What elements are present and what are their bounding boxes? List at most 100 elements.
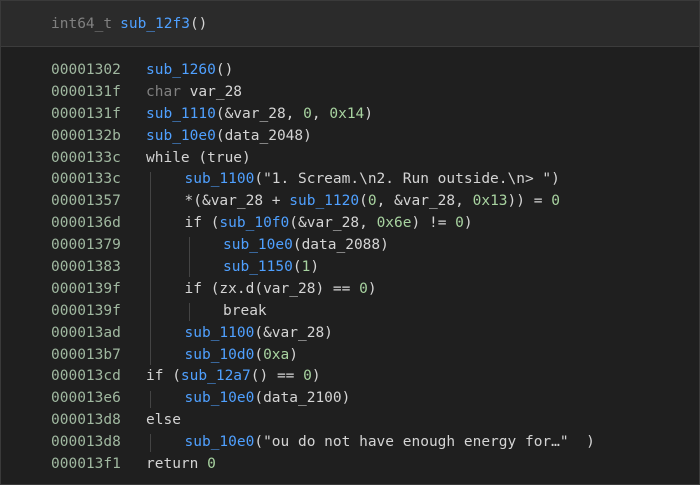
line-code[interactable]: sub_1110(&var_28, 0, 0x14) bbox=[146, 104, 373, 126]
line-code[interactable]: if (sub_10f0(&var_28, 0x6e) != 0) bbox=[185, 213, 473, 235]
line-code[interactable]: break bbox=[223, 301, 267, 323]
code-line[interactable]: 0000136d if (sub_10f0(&var_28, 0x6e) != 0… bbox=[1, 213, 699, 235]
line-address[interactable]: 0000139f bbox=[51, 279, 121, 301]
code-line[interactable]: 000013d8 else bbox=[1, 410, 699, 432]
line-address[interactable]: 000013e6 bbox=[51, 388, 121, 410]
code-token: while (true) bbox=[146, 149, 251, 166]
code-token: 1 bbox=[301, 259, 311, 276]
line-address[interactable]: 000013f1 bbox=[51, 454, 121, 476]
code-line[interactable]: 0000131f sub_1110(&var_28, 0, 0x14) bbox=[1, 104, 699, 126]
line-code[interactable]: else bbox=[146, 410, 181, 432]
line-address[interactable]: 00001379 bbox=[51, 235, 121, 257]
code-token[interactable]: sub_10e0 bbox=[185, 434, 255, 450]
code-line[interactable]: 000013d8 sub_10e0("ou do not have enough … bbox=[1, 432, 699, 454]
line-code[interactable]: while (true) bbox=[146, 148, 251, 170]
indent-guide bbox=[150, 434, 151, 453]
line-address[interactable]: 000013d8 bbox=[51, 410, 121, 432]
code-line[interactable]: 00001383 sub_1150(1) bbox=[1, 257, 699, 279]
line-code[interactable]: sub_10e0("ou do not have enough energy f… bbox=[185, 432, 595, 454]
code-line[interactable]: 000013ad sub_1100(&var_28) bbox=[1, 323, 699, 345]
code-token: ( bbox=[254, 346, 264, 363]
code-token: () == bbox=[250, 368, 304, 385]
code-token[interactable]: sub_10f0 bbox=[219, 215, 289, 231]
line-code[interactable]: sub_1150(1) bbox=[223, 257, 319, 279]
code-token: else bbox=[146, 412, 181, 429]
code-token: 0 bbox=[207, 456, 216, 473]
line-address[interactable]: 00001302 bbox=[51, 60, 121, 82]
code-line[interactable]: 00001357 *(&var_28 + sub_1120(0, &var_28,… bbox=[1, 191, 699, 213]
code-line[interactable]: 0000133c while (true) bbox=[1, 148, 699, 170]
code-token[interactable]: sub_1150 bbox=[223, 259, 293, 275]
code-line[interactable]: 00001302 sub_1260() bbox=[1, 60, 699, 82]
function-name[interactable]: sub_12f3 bbox=[120, 16, 190, 32]
code-token: (&var_28, bbox=[215, 105, 304, 122]
line-code[interactable]: if (zx.d(var_28) == 0) bbox=[185, 279, 377, 301]
code-token[interactable]: sub_10d0 bbox=[185, 347, 255, 363]
code-token: ("1. Scream.\n2. Run outside.\n> ") bbox=[254, 171, 560, 188]
code-line[interactable]: 00001379 sub_10e0(data_2088) bbox=[1, 235, 699, 257]
function-parens: () bbox=[189, 15, 208, 32]
code-token[interactable]: sub_1110 bbox=[146, 106, 216, 122]
code-token: 0 bbox=[303, 105, 312, 122]
code-token[interactable]: sub_10e0 bbox=[185, 390, 255, 406]
code-line[interactable]: 0000139f break bbox=[1, 301, 699, 323]
code-token: ) bbox=[289, 346, 299, 363]
line-address[interactable]: 000013d8 bbox=[51, 432, 121, 454]
code-token: (data_2048) bbox=[215, 127, 312, 144]
line-code[interactable]: char var_28 bbox=[146, 82, 242, 104]
code-line[interactable]: 0000139f if (zx.d(var_28) == 0) bbox=[1, 279, 699, 301]
line-code[interactable]: sub_1100(&var_28) bbox=[185, 323, 333, 345]
line-code[interactable]: sub_10e0(data_2100) bbox=[185, 388, 351, 410]
code-token: 0x6e bbox=[376, 215, 412, 232]
code-line[interactable]: 000013e6 sub_10e0(data_2100) bbox=[1, 388, 699, 410]
code-token: )) = bbox=[507, 193, 552, 210]
line-address[interactable]: 0000133c bbox=[51, 169, 121, 191]
line-address[interactable]: 0000133c bbox=[51, 148, 121, 170]
line-code[interactable]: sub_10e0(data_2088) bbox=[223, 235, 389, 257]
line-address[interactable]: 00001383 bbox=[51, 257, 121, 279]
code-listing: 00001302 sub_1260() 0000131f char var_28 000… bbox=[1, 60, 699, 476]
code-token: ) bbox=[463, 215, 473, 232]
line-address[interactable]: 0000131f bbox=[51, 104, 121, 126]
code-view-window: int64_t sub_12f3 () 00001302 sub_1260() 00… bbox=[0, 0, 700, 485]
code-line[interactable]: 000013b7 sub_10d0(0xa) bbox=[1, 345, 699, 367]
line-address[interactable]: 0000136d bbox=[51, 213, 121, 235]
code-line[interactable]: 000013f1 return 0 bbox=[1, 454, 699, 476]
code-token: ( bbox=[359, 193, 368, 210]
code-line[interactable]: 0000132b sub_10e0(data_2048) bbox=[1, 126, 699, 148]
line-address[interactable]: 00001357 bbox=[51, 191, 121, 213]
code-token[interactable]: sub_10e0 bbox=[223, 237, 293, 253]
code-token: ) bbox=[364, 105, 374, 122]
line-address[interactable]: 0000132b bbox=[51, 126, 121, 148]
indent-guide bbox=[188, 237, 190, 277]
code-token[interactable]: sub_12a7 bbox=[181, 368, 251, 384]
indent-guide bbox=[150, 390, 151, 409]
code-token[interactable]: sub_1120 bbox=[289, 193, 359, 209]
line-code[interactable]: sub_1100("1. Scream.\n2. Run outside.\n>… bbox=[185, 169, 560, 191]
code-token: 0 bbox=[359, 280, 368, 297]
line-code[interactable]: sub_10d0(0xa) bbox=[185, 345, 299, 367]
code-token: 0xa bbox=[263, 346, 290, 363]
line-address[interactable]: 0000131f bbox=[51, 82, 121, 104]
line-address[interactable]: 000013b7 bbox=[51, 345, 121, 367]
code-token: , bbox=[311, 105, 330, 122]
function-signature-header[interactable]: int64_t sub_12f3 () bbox=[1, 1, 699, 47]
code-token: if (zx.d(var_28) == bbox=[184, 280, 360, 297]
line-address[interactable]: 0000139f bbox=[51, 301, 121, 323]
code-token[interactable]: sub_1100 bbox=[185, 325, 255, 341]
code-token[interactable]: sub_10e0 bbox=[146, 128, 216, 144]
return-type: int64_t bbox=[51, 15, 113, 32]
code-line[interactable]: 0000133c sub_1100("1. Scream.\n2. Run out… bbox=[1, 169, 699, 191]
line-code[interactable]: return 0 bbox=[146, 454, 216, 476]
line-code[interactable]: if (sub_12a7() == 0) bbox=[146, 366, 321, 388]
line-address[interactable]: 000013ad bbox=[51, 323, 121, 345]
line-code[interactable]: sub_10e0(data_2048) bbox=[146, 126, 312, 148]
code-token: 0x13 bbox=[472, 193, 508, 210]
line-address[interactable]: 000013cd bbox=[51, 366, 121, 388]
code-line[interactable]: 0000131f char var_28 bbox=[1, 82, 699, 104]
code-token[interactable]: sub_1260 bbox=[146, 62, 216, 78]
line-code[interactable]: *(&var_28 + sub_1120(0, &var_28, 0x13)) … bbox=[185, 191, 560, 213]
code-token[interactable]: sub_1100 bbox=[185, 171, 255, 187]
code-line[interactable]: 000013cd if (sub_12a7() == 0) bbox=[1, 366, 699, 388]
line-code[interactable]: sub_1260() bbox=[146, 60, 233, 82]
